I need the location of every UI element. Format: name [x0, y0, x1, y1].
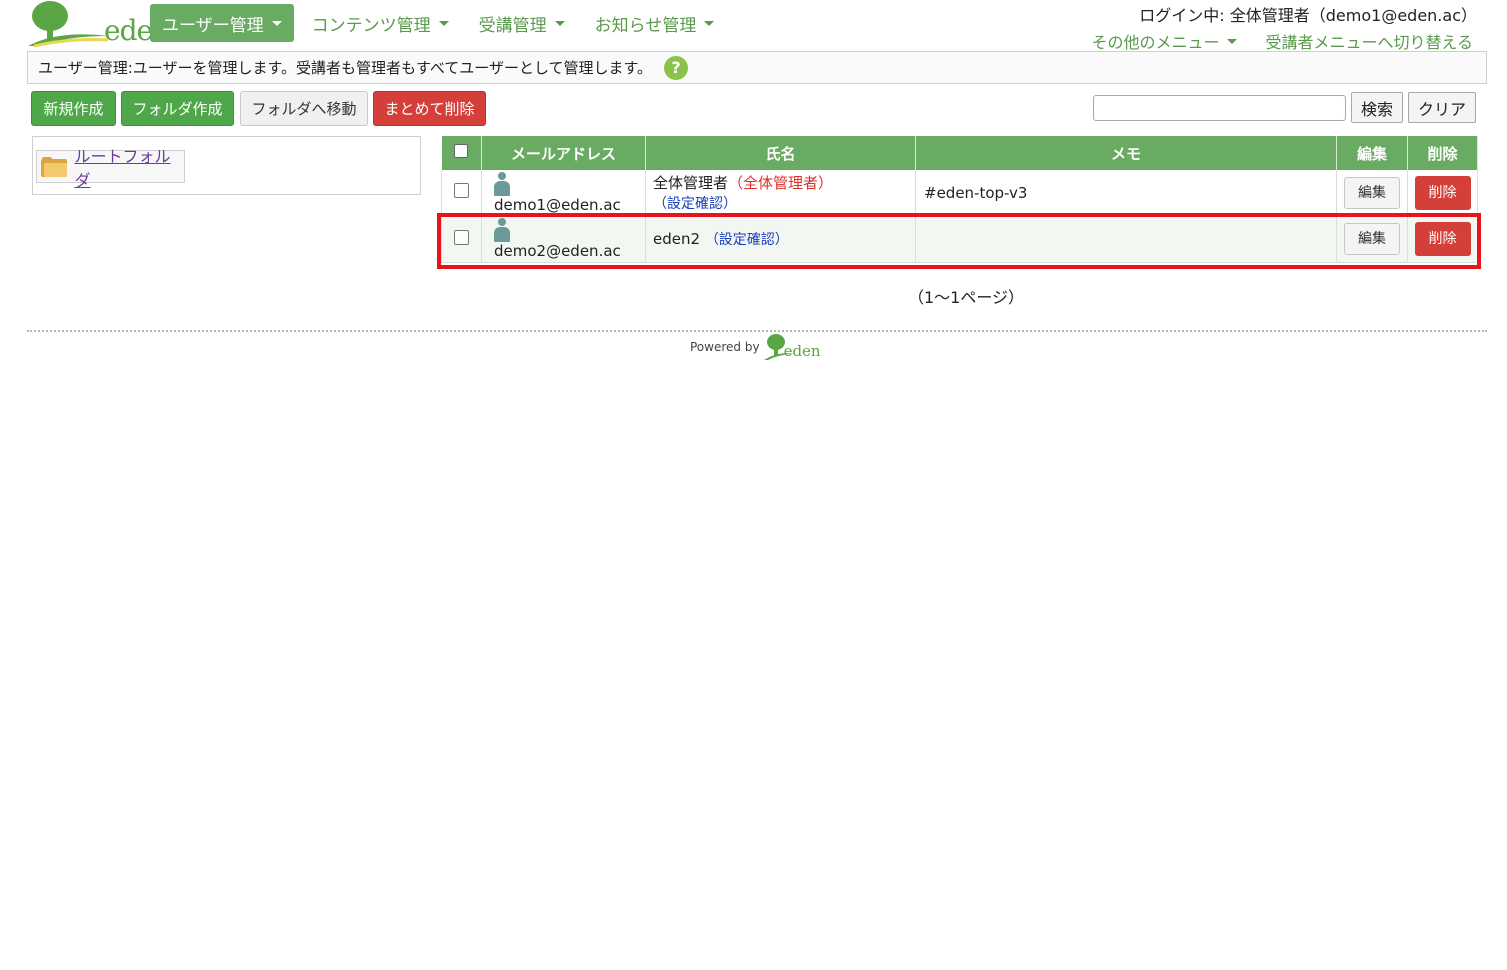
email-cell: demo1@eden.ac — [481, 170, 646, 217]
move-to-folder-button[interactable]: フォルダへ移動 — [240, 91, 368, 126]
caret-down-icon — [704, 20, 715, 26]
delete-header: 削除 — [1407, 136, 1478, 170]
email-header[interactable]: メールアドレス — [481, 136, 646, 170]
caret-down-icon — [1227, 38, 1238, 44]
nav-label: ユーザー管理 — [162, 15, 264, 36]
nav-notice-management[interactable]: お知らせ管理 — [583, 4, 727, 42]
powered-by-text: Powered by — [690, 340, 760, 354]
bulk-delete-button[interactable]: まとめて削除 — [373, 91, 486, 126]
name-text: eden2 — [653, 230, 701, 248]
edit-cell: 編集 — [1336, 216, 1408, 263]
description-text: ユーザー管理:ユーザーを管理します。受講者も管理者もすべてユーザーとして管理しま… — [38, 59, 653, 77]
email-cell: demo2@eden.ac — [481, 216, 646, 263]
name-cell: 全体管理者（全体管理者） （設定確認） — [645, 170, 916, 217]
eden-logo[interactable]: eden — [28, 0, 170, 48]
nav-label: お知らせ管理 — [594, 15, 697, 36]
row-checkbox[interactable] — [454, 229, 469, 245]
delete-button[interactable]: 削除 — [1414, 175, 1471, 210]
switch-learner-menu-link[interactable]: 受講者メニューへ切り替える — [1265, 29, 1473, 53]
powered-by-footer: Powered by eden — [690, 332, 821, 362]
name-text: 全体管理者 — [653, 174, 729, 193]
login-info: ログイン中: 全体管理者（demo1@eden.ac） — [1139, 6, 1477, 25]
user-table: メールアドレス 氏名 メモ 編集 削除 demo1@eden.ac 全体管理者（… — [441, 136, 1478, 263]
delete-button[interactable]: 削除 — [1414, 222, 1471, 256]
table-row: demo2@eden.ac eden2 （設定確認） 編集 削除 — [441, 216, 1478, 263]
table-row: demo1@eden.ac 全体管理者（全体管理者） （設定確認） #eden-… — [441, 170, 1478, 217]
folder-tree: ルートフォルダ — [32, 136, 421, 195]
clear-button[interactable]: クリア — [1408, 92, 1476, 123]
caret-down-icon — [554, 20, 565, 26]
settings-check-link[interactable]: （設定確認） — [653, 196, 737, 212]
page-description: ユーザー管理:ユーザーを管理します。受講者も管理者もすべてユーザーとして管理しま… — [27, 51, 1487, 84]
top-links: その他のメニュー 受講者メニューへ切り替える — [1063, 29, 1473, 53]
footer-logo-text: eden — [783, 342, 821, 360]
role-text: （全体管理者） — [728, 174, 834, 193]
name-cell: eden2 （設定確認） — [645, 216, 916, 263]
edit-header: 編集 — [1336, 136, 1408, 170]
root-folder[interactable]: ルートフォルダ — [36, 147, 185, 190]
memo-header[interactable]: メモ — [915, 136, 1337, 170]
email-text: demo2@eden.ac — [494, 242, 621, 260]
folder-icon — [41, 156, 67, 177]
select-all-header — [441, 136, 482, 170]
user-icon — [494, 218, 510, 242]
row-select-cell — [441, 216, 482, 263]
tree-logo-icon — [28, 1, 108, 48]
caret-down-icon — [271, 20, 282, 26]
edit-cell: 編集 — [1336, 170, 1408, 217]
root-folder-label[interactable]: ルートフォルダ — [74, 143, 184, 191]
nav-label: コンテンツ管理 — [311, 15, 431, 36]
search-input[interactable] — [1093, 95, 1346, 121]
edit-button[interactable]: 編集 — [1344, 223, 1400, 255]
nav-content-management[interactable]: コンテンツ管理 — [300, 4, 461, 42]
settings-check-link[interactable]: （設定確認） — [705, 232, 789, 248]
delete-cell: 削除 — [1407, 170, 1478, 217]
nav-course-management[interactable]: 受講管理 — [467, 4, 577, 42]
select-all-checkbox[interactable] — [454, 144, 469, 158]
caret-down-icon — [438, 20, 449, 26]
edit-button[interactable]: 編集 — [1344, 176, 1400, 209]
delete-cell: 削除 — [1407, 216, 1478, 263]
user-icon — [494, 171, 510, 196]
pager-info: （1～1ページ） — [908, 288, 1025, 307]
memo-cell — [915, 216, 1337, 263]
row-checkbox[interactable] — [454, 183, 469, 199]
email-text: demo1@eden.ac — [494, 195, 621, 214]
new-button[interactable]: 新規作成 — [31, 91, 116, 126]
main-nav: ユーザー管理 コンテンツ管理 受講管理 お知らせ管理 — [150, 4, 732, 42]
new-folder-button[interactable]: フォルダ作成 — [121, 91, 234, 126]
row-select-cell — [441, 170, 482, 217]
help-icon[interactable]: ? — [664, 55, 689, 80]
nav-label: 受講管理 — [478, 15, 547, 36]
nav-user-management[interactable]: ユーザー管理 — [150, 4, 294, 42]
other-menu-link[interactable]: その他のメニュー — [1091, 29, 1238, 53]
name-header[interactable]: 氏名 — [645, 136, 916, 170]
search-button[interactable]: 検索 — [1351, 92, 1403, 123]
memo-cell: #eden-top-v3 — [915, 170, 1337, 217]
other-menu-label: その他のメニュー — [1091, 33, 1220, 52]
